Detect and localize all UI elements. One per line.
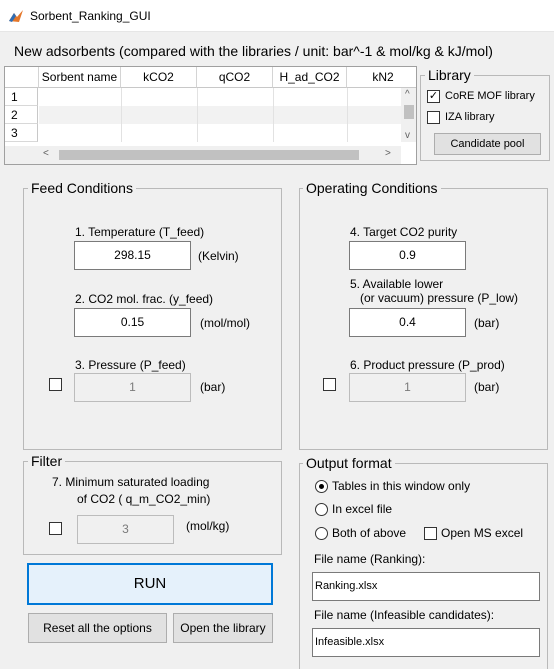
infeasible-file-label: File name (Infeasible candidates): — [314, 608, 495, 622]
pressure-checkbox[interactable] — [49, 378, 62, 391]
column-divider — [273, 88, 274, 142]
checkmark-icon: ✓ — [428, 90, 439, 102]
ranking-file-label: File name (Ranking): — [314, 552, 426, 566]
run-button[interactable]: RUN — [27, 563, 273, 605]
matlab-app-icon — [9, 10, 23, 22]
min-loading-label: 7. Minimum saturated loading — [52, 475, 210, 489]
product-pressure-checkbox[interactable] — [323, 378, 336, 391]
lower-pressure-label-2: (or vacuum) pressure (P_low) — [360, 291, 519, 305]
column-header-kco2[interactable]: kCO2 — [121, 67, 197, 88]
lower-pressure-input[interactable]: 0.4 — [349, 308, 466, 337]
open-library-button[interactable]: Open the library — [173, 613, 273, 643]
row-header[interactable]: 3 — [5, 124, 38, 142]
lower-pressure-unit: (bar) — [474, 316, 500, 330]
pressure-label: 3. Pressure (P_feed) — [75, 358, 186, 372]
column-header-h-ad-co2[interactable]: H_ad_CO2 — [273, 67, 347, 88]
min-loading-input[interactable]: 3 — [77, 515, 174, 544]
filter-title: Filter — [28, 453, 66, 469]
candidate-pool-button[interactable]: Candidate pool — [434, 133, 541, 155]
temperature-unit: (Kelvin) — [198, 249, 239, 263]
window-title: Sorbent_Ranking_GUI — [30, 9, 151, 23]
vertical-scroll-thumb[interactable] — [404, 105, 414, 119]
excel-file-label: In excel file — [332, 502, 393, 516]
tables-only-radio[interactable] — [315, 480, 328, 493]
pressure-input[interactable]: 1 — [74, 373, 191, 402]
feed-conditions-title: Feed Conditions — [28, 180, 136, 196]
min-loading-label-2: of CO2 ( q_m_CO2_min) — [77, 492, 211, 506]
corner-header — [5, 67, 39, 88]
product-pressure-unit: (bar) — [474, 380, 500, 394]
scroll-right-icon[interactable]: > — [385, 148, 391, 159]
scroll-left-icon[interactable]: < — [43, 148, 49, 159]
temperature-input[interactable]: 298.15 — [74, 241, 191, 270]
column-divider — [121, 88, 122, 142]
library-panel-title: Library — [425, 67, 474, 83]
adsorbent-table[interactable]: Sorbent name kCO2 qCO2 H_ad_CO2 kN2 1 2 … — [4, 66, 417, 165]
iza-label: IZA library — [445, 111, 495, 123]
purity-input[interactable]: 0.9 — [349, 241, 466, 270]
core-mof-checkbox[interactable]: ✓ — [427, 90, 440, 103]
column-header-sorbent-name[interactable]: Sorbent name — [39, 67, 121, 88]
output-format-title: Output format — [303, 455, 395, 471]
co2-fraction-input[interactable]: 0.15 — [74, 308, 191, 337]
open-excel-checkbox[interactable] — [424, 527, 437, 540]
product-pressure-label: 6. Product pressure (P_prod) — [350, 358, 505, 372]
horizontal-scroll-thumb[interactable] — [59, 150, 359, 160]
pressure-unit: (bar) — [200, 380, 226, 394]
operating-conditions-title: Operating Conditions — [303, 180, 441, 196]
reset-options-button[interactable]: Reset all the options — [28, 613, 167, 643]
tables-only-label: Tables in this window only — [332, 479, 471, 493]
temperature-label: 1. Temperature (T_feed) — [75, 225, 205, 239]
lower-pressure-label: 5. Available lower — [350, 277, 444, 291]
row-header[interactable]: 2 — [5, 106, 38, 124]
excel-file-radio[interactable] — [315, 503, 328, 516]
column-divider — [347, 88, 348, 142]
column-header-qco2[interactable]: qCO2 — [197, 67, 273, 88]
scroll-down-icon[interactable]: v — [405, 130, 410, 141]
purity-label: 4. Target CO2 purity — [350, 225, 458, 239]
both-label: Both of above — [332, 526, 407, 540]
radio-selected-dot — [319, 484, 324, 489]
min-loading-unit: (mol/kg) — [186, 519, 230, 533]
row-header[interactable]: 1 — [5, 88, 38, 106]
co2-fraction-unit: (mol/mol) — [200, 316, 250, 330]
open-excel-label: Open MS excel — [441, 526, 524, 540]
scroll-up-icon[interactable]: ^ — [405, 89, 410, 100]
table-heading: New adsorbents (compared with the librar… — [14, 43, 493, 59]
infeasible-file-input[interactable]: Infeasible.xlsx — [312, 628, 540, 657]
column-header-kn2[interactable]: kN2 — [347, 67, 416, 88]
both-radio[interactable] — [315, 527, 328, 540]
min-loading-checkbox[interactable] — [49, 522, 62, 535]
ranking-file-input[interactable]: Ranking.xlsx — [312, 572, 540, 601]
product-pressure-input[interactable]: 1 — [349, 373, 466, 402]
iza-checkbox[interactable] — [427, 111, 440, 124]
co2-fraction-label: 2. CO2 mol. frac. (y_feed) — [75, 292, 214, 306]
column-divider — [197, 88, 198, 142]
core-mof-label: CoRE MOF library — [445, 90, 535, 102]
